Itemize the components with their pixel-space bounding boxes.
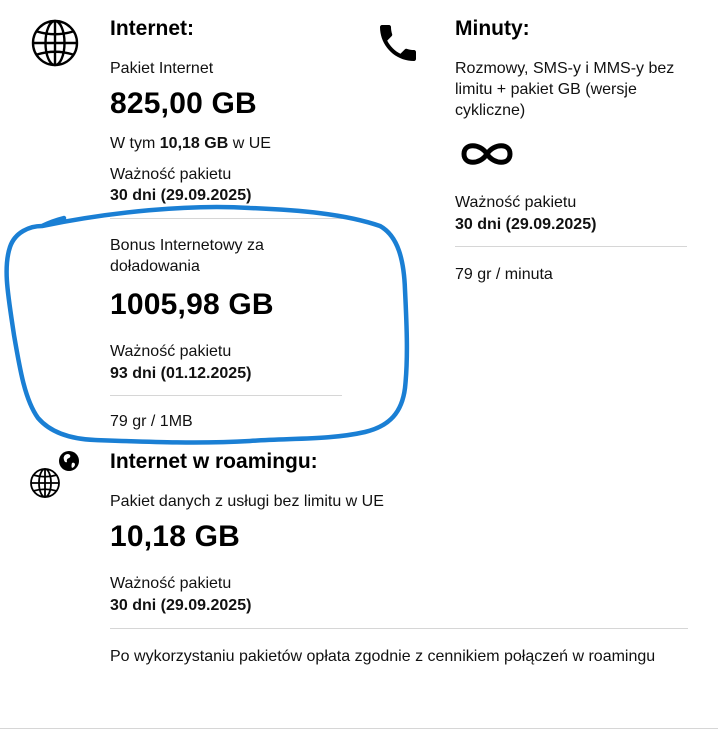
globe-icon <box>30 18 80 68</box>
eu-prefix: W tym <box>110 135 160 152</box>
minutes-validity-value: 30 dni (29.09.2025) <box>455 216 597 233</box>
roaming-validity-label: Ważność pakietu <box>110 575 232 592</box>
internet-title: Internet: <box>110 17 194 40</box>
eu-included-line: W tym 10,18 GB w UE <box>110 133 271 154</box>
eu-suffix: w UE <box>228 135 271 152</box>
data-rate: 79 gr / 1MB <box>110 413 193 430</box>
roaming-title: Internet w roamingu: <box>110 450 318 473</box>
minutes-title: Minuty: <box>455 17 530 40</box>
divider <box>110 395 342 396</box>
eu-amount: 10,18 GB <box>159 135 229 152</box>
bonus-validity-value: 93 dni (01.12.2025) <box>110 365 252 382</box>
phone-icon <box>374 17 422 69</box>
divider <box>110 218 342 219</box>
validity-label: Ważność pakietu <box>110 166 232 183</box>
divider <box>455 246 687 247</box>
divider <box>110 628 688 629</box>
bonus-amount: 1005,98 GB <box>110 288 274 321</box>
minutes-validity-label: Ważność pakietu <box>455 194 577 211</box>
package-label: Pakiet Internet <box>110 60 214 77</box>
globe-roaming-icon <box>28 449 84 501</box>
roaming-package-label: Pakiet danych z usługi bez limitu w UE <box>110 493 384 510</box>
bottom-divider <box>0 728 718 729</box>
package-amount: 825,00 GB <box>110 87 257 120</box>
roaming-amount: 10,18 GB <box>110 520 241 553</box>
minute-rate: 79 gr / minuta <box>455 266 553 283</box>
bonus-validity-label: Ważność pakietu <box>110 343 232 360</box>
bonus-label: Bonus Internetowy za doładowania <box>110 237 264 275</box>
roaming-validity-value: 30 dni (29.09.2025) <box>110 597 252 614</box>
roaming-note: Po wykorzystaniu pakietów opłata zgodnie… <box>110 648 656 665</box>
infinity-icon <box>455 137 519 171</box>
validity-value: 30 dni (29.09.2025) <box>110 187 252 204</box>
minutes-description: Rozmowy, SMS-y i MMS-y bez limitu + paki… <box>455 60 675 119</box>
